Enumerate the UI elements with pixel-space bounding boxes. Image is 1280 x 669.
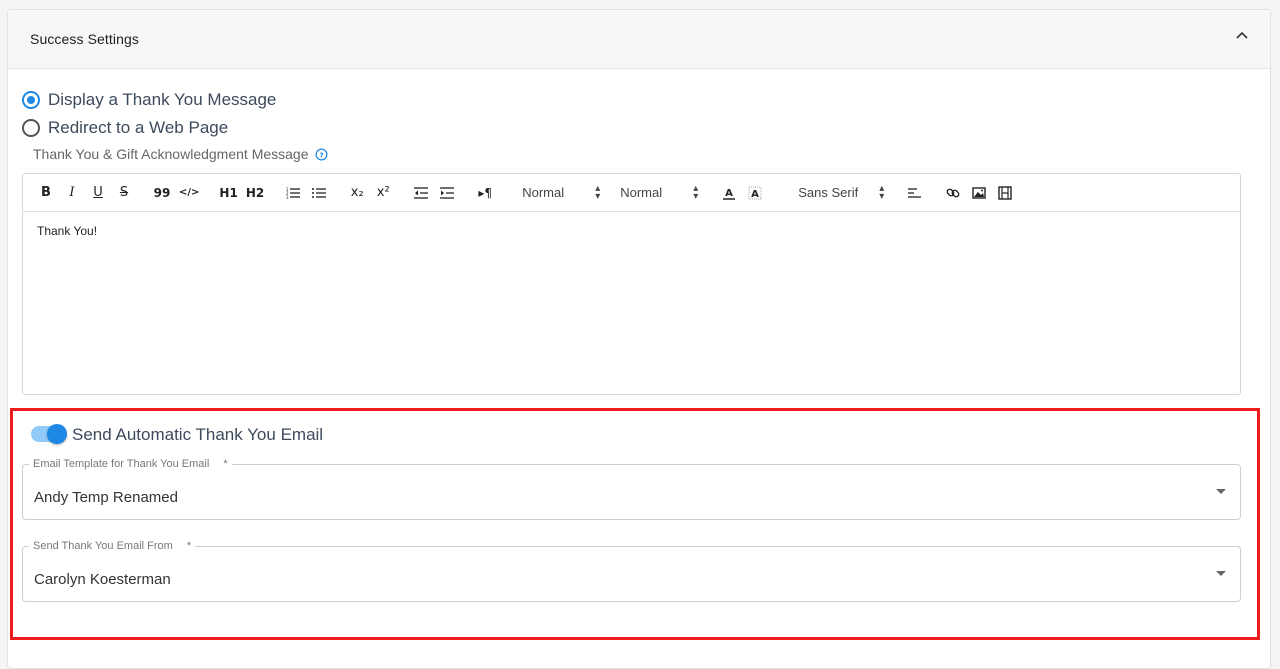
required-mark: *	[223, 458, 228, 470]
code-button[interactable]: </>	[179, 182, 199, 204]
video-button[interactable]	[996, 182, 1014, 204]
italic-button[interactable]: I	[63, 182, 81, 204]
ordered-list-button[interactable]: 1 2 3	[284, 182, 302, 204]
dropdown-caret-icon[interactable]	[1216, 489, 1226, 494]
h1-button[interactable]: H1	[219, 182, 237, 204]
font-select[interactable]: Sans Serif ▴ ▾	[798, 182, 885, 202]
toggle-label: Send Automatic Thank You Email	[72, 425, 324, 444]
align-button[interactable]	[906, 182, 924, 204]
radio-display-message[interactable]: Display a Thank You Message	[22, 90, 276, 110]
card-header[interactable]: Success Settings	[8, 10, 1270, 69]
size-select[interactable]: Normal ▴ ▾	[522, 182, 601, 202]
email-template-select[interactable]: Email Template for Thank You Email * Andy…	[22, 458, 1241, 520]
email-template-label-text: Email Template for Thank You Email	[33, 458, 210, 470]
radio-unchecked-icon[interactable]	[22, 119, 40, 137]
font-select-value: Sans Serif	[798, 185, 859, 200]
outdent-button[interactable]	[412, 182, 430, 204]
editor-toolbar: B I U S 99 </> H1 H2 1 2 3 x₂ x² ▸¶ Norm…	[23, 174, 1240, 212]
svg-text:3: 3	[286, 195, 289, 199]
background-color-icon: A	[748, 186, 762, 200]
bullet-list-button[interactable]	[310, 182, 328, 204]
link-button[interactable]	[944, 182, 962, 204]
svg-text:A: A	[751, 189, 759, 200]
font-color-button[interactable]: A	[720, 182, 738, 204]
image-button[interactable]	[970, 182, 988, 204]
select-arrows-icon: ▴ ▾	[879, 182, 885, 202]
header-select[interactable]: Normal ▴ ▾	[620, 182, 699, 202]
header-select-value: Normal	[620, 185, 663, 200]
outdent-icon	[414, 186, 429, 199]
align-left-icon	[908, 187, 922, 198]
image-icon	[972, 186, 986, 199]
indent-icon	[440, 186, 455, 199]
radio-label-display: Display a Thank You Message	[48, 90, 277, 109]
radio-redirect[interactable]: Redirect to a Web Page	[22, 118, 228, 138]
size-select-value: Normal	[522, 185, 565, 200]
blockquote-button[interactable]: 99	[153, 182, 171, 204]
bold-button[interactable]: B	[37, 182, 55, 204]
editor-text: Thank You!	[37, 224, 98, 238]
rtl-button[interactable]: ▸¶	[476, 182, 494, 204]
radio-label-redirect: Redirect to a Web Page	[48, 118, 229, 137]
ordered-list-icon: 1 2 3	[286, 187, 301, 199]
thank-you-email-toggle[interactable]	[31, 424, 67, 444]
chevron-up-icon[interactable]	[1234, 28, 1250, 44]
superscript-button[interactable]: x²	[374, 182, 392, 204]
svg-text:A: A	[725, 188, 733, 199]
email-from-label: Send Thank You Email From *	[29, 540, 196, 552]
required-mark: *	[186, 540, 192, 552]
message-label: Thank You & Gift Acknowledgment Message …	[33, 146, 328, 162]
underline-button[interactable]: U	[89, 182, 107, 204]
section-title: Success Settings	[30, 31, 139, 47]
select-arrows-icon: ▴ ▾	[693, 182, 699, 202]
email-from-label-text: Send Thank You Email From	[33, 540, 173, 552]
video-icon	[998, 185, 1012, 200]
font-color-icon: A	[723, 188, 736, 200]
indent-button[interactable]	[438, 182, 456, 204]
link-icon	[946, 188, 960, 197]
dropdown-caret-icon[interactable]	[1216, 571, 1226, 576]
h2-button[interactable]: H2	[246, 182, 264, 204]
email-from-value: Carolyn Koesterman	[34, 571, 171, 588]
select-arrows-icon: ▴ ▾	[595, 182, 601, 202]
editor-content[interactable]: Thank You!	[23, 212, 1240, 250]
message-label-text: Thank You & Gift Acknowledgment Message	[33, 146, 309, 162]
help-icon[interactable]: ?	[315, 148, 328, 161]
email-template-value: Andy Temp Renamed	[34, 489, 178, 506]
radio-checked-icon[interactable]	[22, 91, 40, 109]
bullet-list-icon	[312, 187, 327, 198]
rich-text-editor: B I U S 99 </> H1 H2 1 2 3 x₂ x² ▸¶ Norm…	[22, 173, 1241, 395]
subscript-button[interactable]: x₂	[348, 182, 366, 204]
svg-text:?: ?	[319, 150, 323, 159]
email-from-select[interactable]: Send Thank You Email From * Carolyn Koest…	[22, 540, 1241, 602]
email-template-label: Email Template for Thank You Email *	[29, 458, 232, 470]
strike-button[interactable]: S	[115, 182, 133, 204]
background-color-button[interactable]: A	[746, 182, 764, 204]
